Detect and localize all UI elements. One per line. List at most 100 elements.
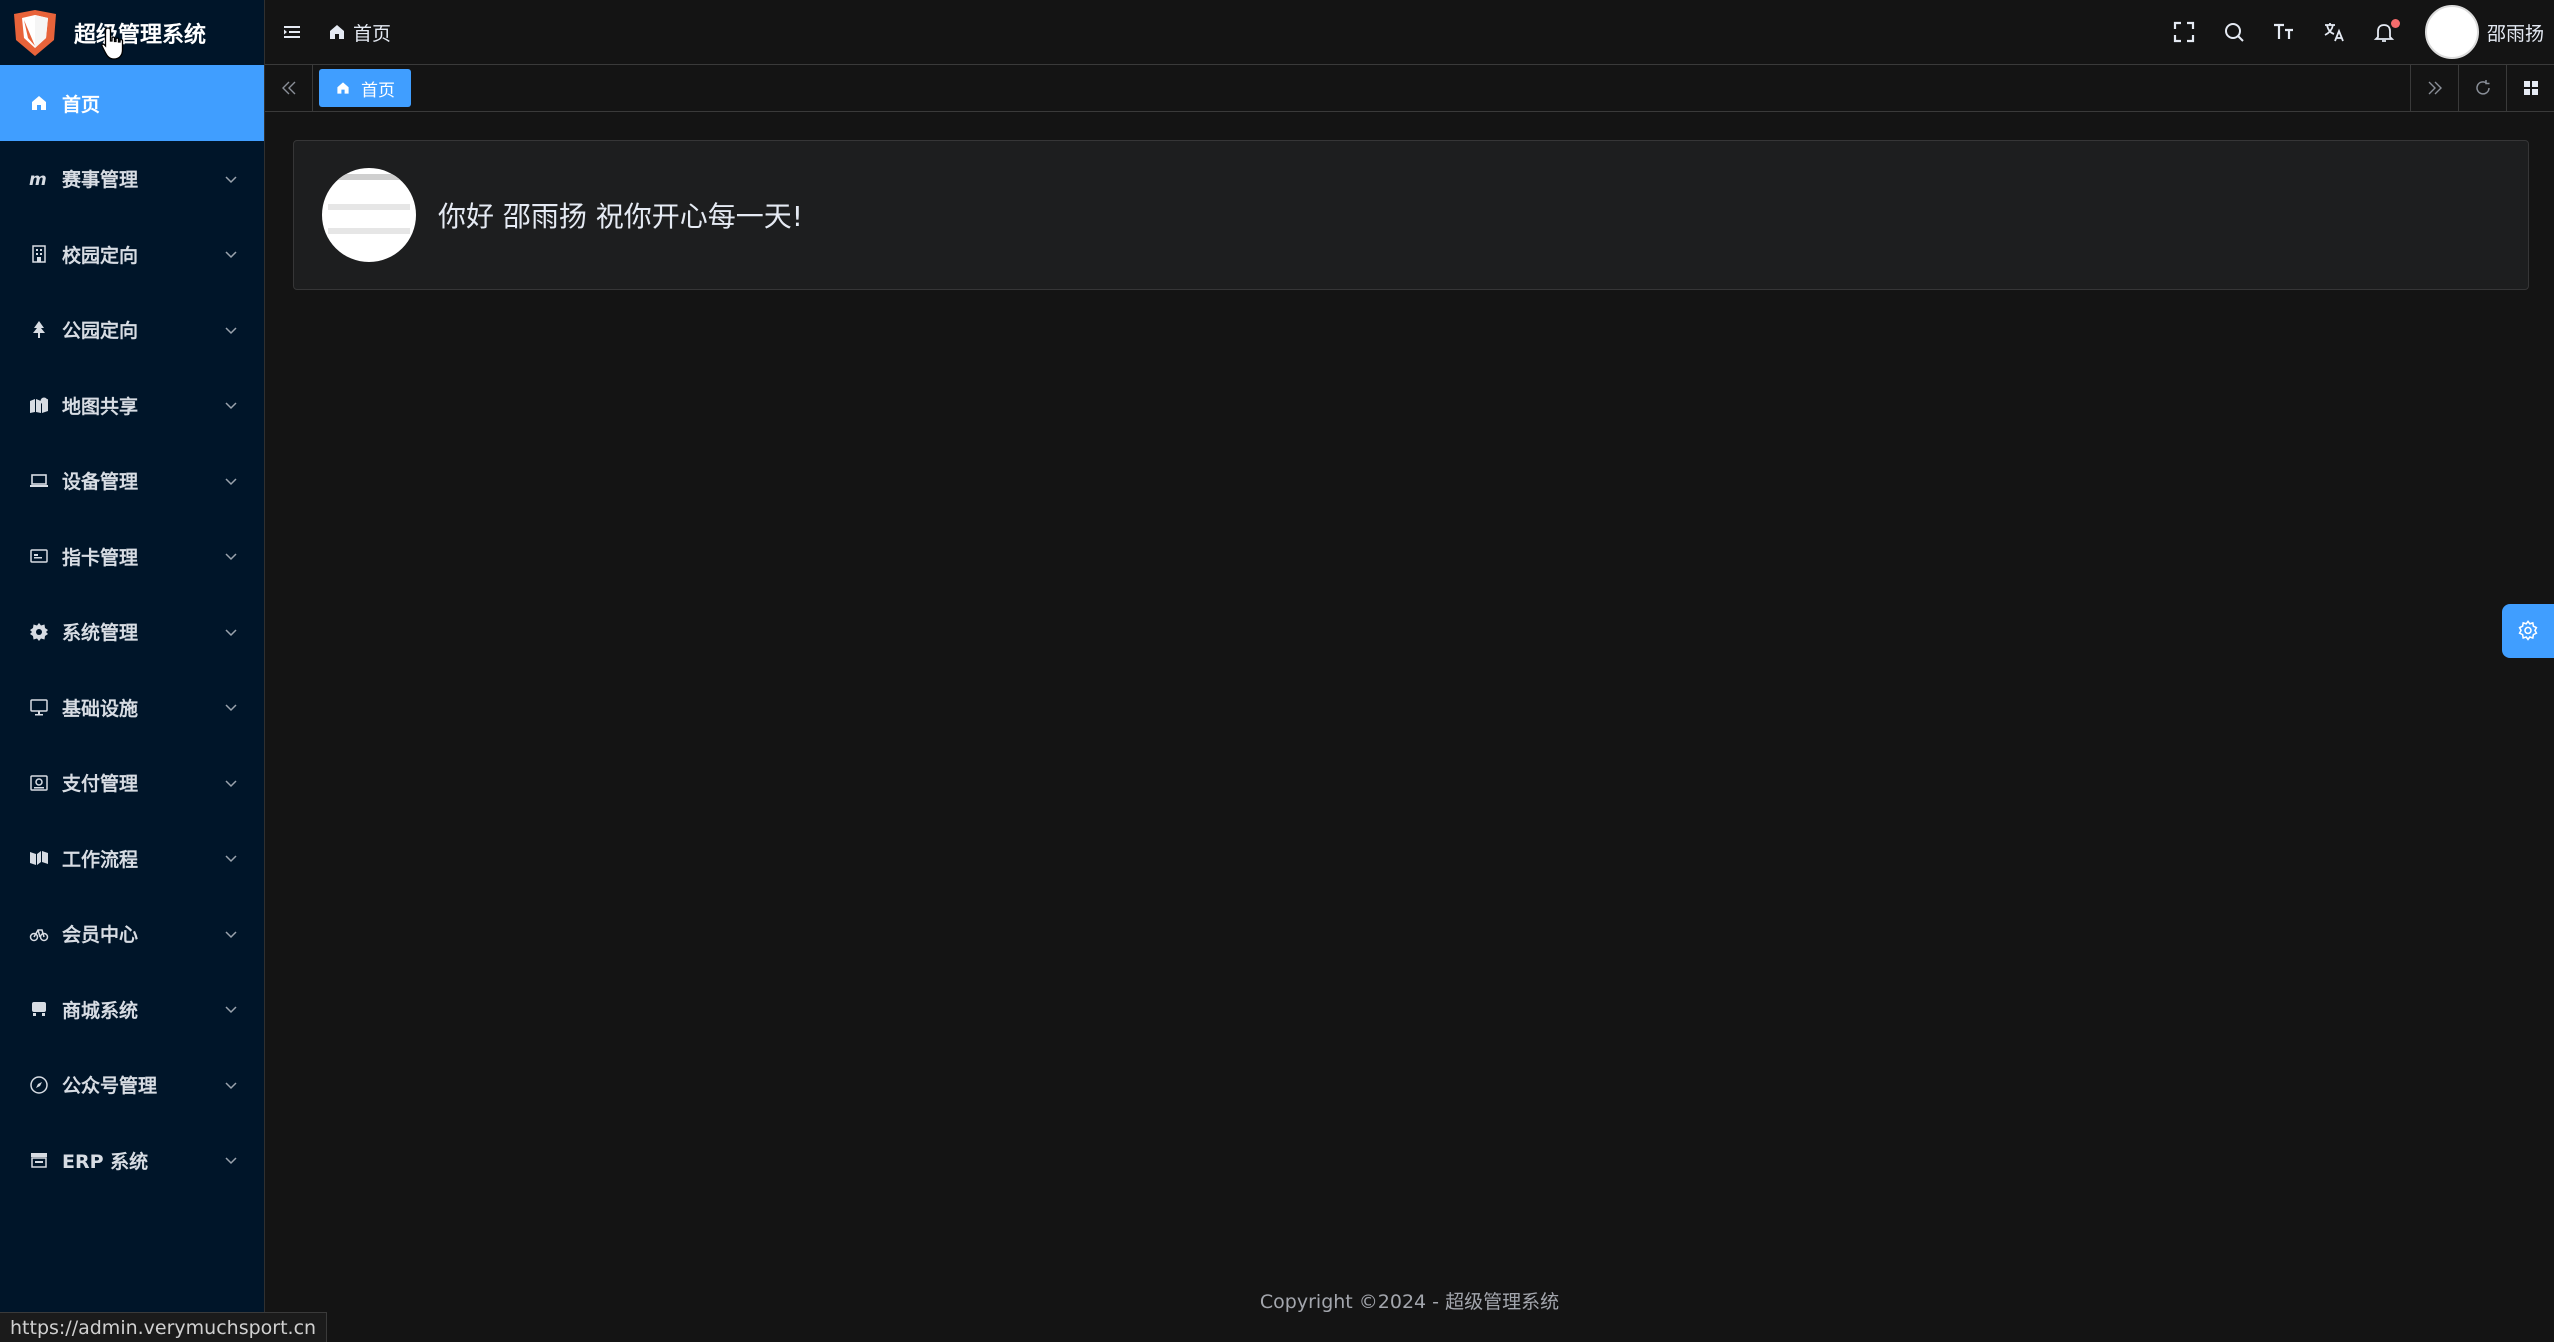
chevron-down-icon (225, 327, 237, 334)
chevron-down-icon (225, 780, 237, 787)
sidebar: 超级管理系统 首页 m 赛事管理 校园定向 公园定向 地图共享 设备管理 指卡管… (0, 0, 265, 1342)
sidebar-item-home[interactable]: 首页 (0, 65, 264, 141)
svg-text:m: m (29, 170, 47, 189)
logo-area[interactable]: 超级管理系统 (0, 0, 264, 65)
chevron-down-icon (225, 704, 237, 712)
refresh-icon (2475, 80, 2490, 95)
tabs-bar: 首页 (265, 65, 2554, 112)
chevron-down-icon (225, 478, 237, 485)
translate-button[interactable] (2309, 7, 2359, 57)
link-status-url: https://admin.verymuchsport.cn (0, 1312, 328, 1342)
tabs-scroll-left-button[interactable] (265, 65, 313, 111)
app-root: 超级管理系统 首页 m 赛事管理 校园定向 公园定向 地图共享 设备管理 指卡管… (0, 0, 2554, 1342)
home-icon (337, 82, 349, 94)
sidebar-item-label: 校园定向 (62, 244, 139, 267)
top-header: 首页 邵雨扬 (265, 0, 2554, 65)
compass-icon (28, 1074, 50, 1096)
avatar (2424, 5, 2479, 59)
search-icon (2224, 23, 2244, 42)
sidebar-item-label: 商城系统 (62, 999, 139, 1022)
tree-icon (28, 319, 50, 341)
sidebar-item-infrastructure[interactable]: 基础设施 (0, 670, 264, 746)
sidebar-item-workflow[interactable]: 工作流程 (0, 821, 264, 897)
shield-logo-icon (14, 9, 56, 56)
header-toolbar: 邵雨扬 (2159, 0, 2554, 64)
gear-icon (28, 621, 50, 643)
sidebar-item-mall[interactable]: 商城系统 (0, 972, 264, 1048)
laptop-icon (28, 470, 50, 492)
tab-home[interactable]: 首页 (319, 69, 411, 107)
sidebar-item-map-share[interactable]: 地图共享 (0, 368, 264, 444)
chevron-down-icon (225, 402, 237, 410)
sidebar-item-label: 赛事管理 (62, 169, 139, 192)
sidebar-item-campus[interactable]: 校园定向 (0, 217, 264, 293)
sidebar-item-erp[interactable]: ERP 系统 (0, 1123, 264, 1199)
user-menu[interactable]: 邵雨扬 (2424, 5, 2544, 59)
gear-icon (2518, 620, 2538, 641)
tabs-actions (2410, 65, 2554, 111)
double-chevron-right-icon (2428, 81, 2442, 95)
bicycle-icon (28, 923, 50, 945)
sidebar-item-devices[interactable]: 设备管理 (0, 443, 264, 519)
sidebar-item-label: 首页 (62, 93, 101, 116)
double-chevron-left-icon (281, 81, 295, 95)
sidebar-item-events[interactable]: m 赛事管理 (0, 141, 264, 217)
main-content: 你好 邵雨扬 祝你开心每一天! Copyright ©2024 - 超级管理系统 (265, 112, 2554, 1342)
sidebar-menu: 首页 m 赛事管理 校园定向 公园定向 地图共享 设备管理 指卡管理 系统管理 … (0, 65, 264, 1198)
chevron-down-icon (225, 1082, 237, 1089)
sidebar-item-label: 会员中心 (62, 924, 139, 947)
map-icon (28, 394, 50, 416)
fullscreen-button[interactable] (2159, 7, 2209, 57)
sidebar-item-label: 基础设施 (62, 697, 139, 720)
sidebar-item-payment[interactable]: 支付管理 (0, 745, 264, 821)
tabs-scroll-right-button[interactable] (2410, 65, 2458, 111)
chevron-down-icon (225, 176, 237, 183)
grid-icon (2523, 81, 2538, 95)
font-size-button[interactable] (2259, 7, 2309, 57)
collapse-menu-button[interactable] (279, 19, 305, 45)
chevron-down-icon (225, 629, 237, 636)
tabs-menu-button[interactable] (2506, 65, 2554, 111)
notification-button[interactable] (2359, 7, 2409, 57)
search-button[interactable] (2209, 7, 2259, 57)
sidebar-item-label: 指卡管理 (62, 546, 139, 569)
tab-label: 首页 (361, 80, 395, 101)
wallet-icon (28, 772, 50, 794)
building-icon (28, 243, 50, 265)
sidebar-item-label: 地图共享 (62, 395, 139, 418)
chevron-down-icon (225, 931, 237, 938)
fullscreen-icon (2173, 21, 2195, 43)
chevron-down-icon (225, 553, 237, 561)
sidebar-item-label: 公园定向 (62, 320, 139, 343)
sidebar-item-system[interactable]: 系统管理 (0, 594, 264, 670)
breadcrumb[interactable]: 首页 (327, 19, 391, 46)
sidebar-item-members[interactable]: 会员中心 (0, 896, 264, 972)
sidebar-item-label: 工作流程 (62, 848, 139, 871)
refresh-button[interactable] (2458, 65, 2506, 111)
theme-settings-button[interactable] (2502, 604, 2554, 658)
username: 邵雨扬 (2486, 22, 2544, 45)
home-icon (28, 92, 50, 114)
chevron-down-icon (225, 855, 237, 863)
card-icon (28, 545, 50, 567)
sidebar-item-official-account[interactable]: 公众号管理 (0, 1047, 264, 1123)
avatar (322, 168, 416, 262)
sidebar-item-park[interactable]: 公园定向 (0, 292, 264, 368)
sidebar-item-label: ERP 系统 (62, 1150, 149, 1173)
sidebar-item-cards[interactable]: 指卡管理 (0, 519, 264, 595)
flow-icon (28, 847, 50, 869)
menu-fold-icon (284, 26, 300, 38)
chevron-down-icon (225, 1006, 237, 1014)
breadcrumb-label: 首页 (353, 22, 392, 45)
monitor-icon (28, 696, 50, 718)
sidebar-item-label: 公众号管理 (62, 1075, 158, 1098)
store-icon (28, 998, 50, 1020)
m-logo-icon: m (28, 168, 50, 190)
sidebar-item-label: 支付管理 (62, 773, 139, 796)
footer-copyright: Copyright ©2024 - 超级管理系统 (1259, 1291, 1560, 1313)
translate-icon (2324, 23, 2344, 42)
home-icon (330, 25, 344, 39)
sidebar-item-label: 设备管理 (62, 471, 139, 494)
chevron-down-icon (225, 1157, 237, 1165)
notification-dot (2390, 19, 2400, 28)
